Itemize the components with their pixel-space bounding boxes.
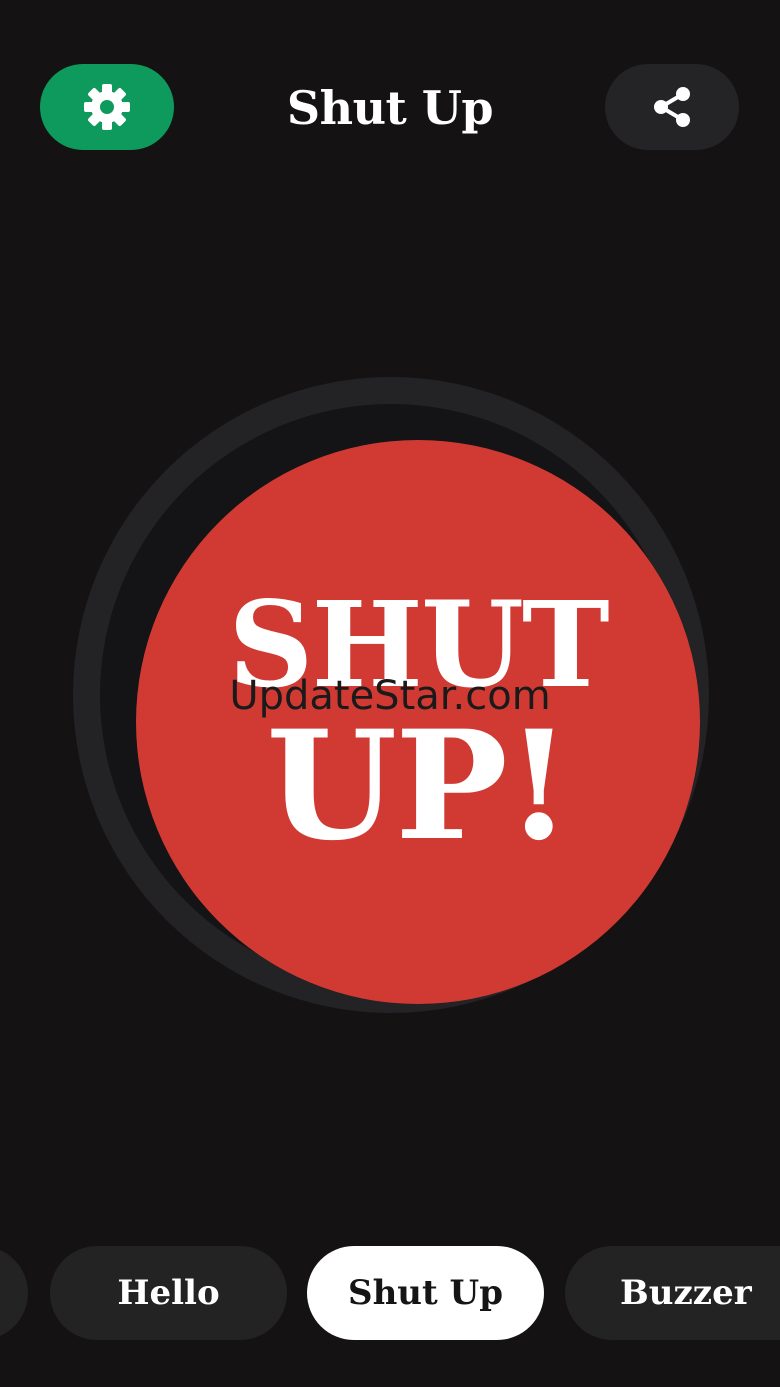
page-title: Shut Up (286, 81, 494, 135)
share-button[interactable] (605, 64, 739, 150)
gear-icon (82, 82, 132, 132)
share-icon (650, 85, 694, 129)
tab-hello[interactable]: Hello (50, 1246, 287, 1340)
tab-buzzer[interactable]: Buzzer (565, 1246, 780, 1340)
tab-previous[interactable] (0, 1246, 28, 1340)
big-button-label-line2: UP! (266, 698, 571, 874)
settings-button[interactable] (40, 64, 174, 150)
tab-shut-up[interactable]: Shut Up (307, 1246, 544, 1340)
watermark-text: UpdateStar.com (229, 673, 551, 719)
app-screen: Shut Up SHUT UP! UpdateStar.com Hello Sh… (0, 0, 780, 1387)
